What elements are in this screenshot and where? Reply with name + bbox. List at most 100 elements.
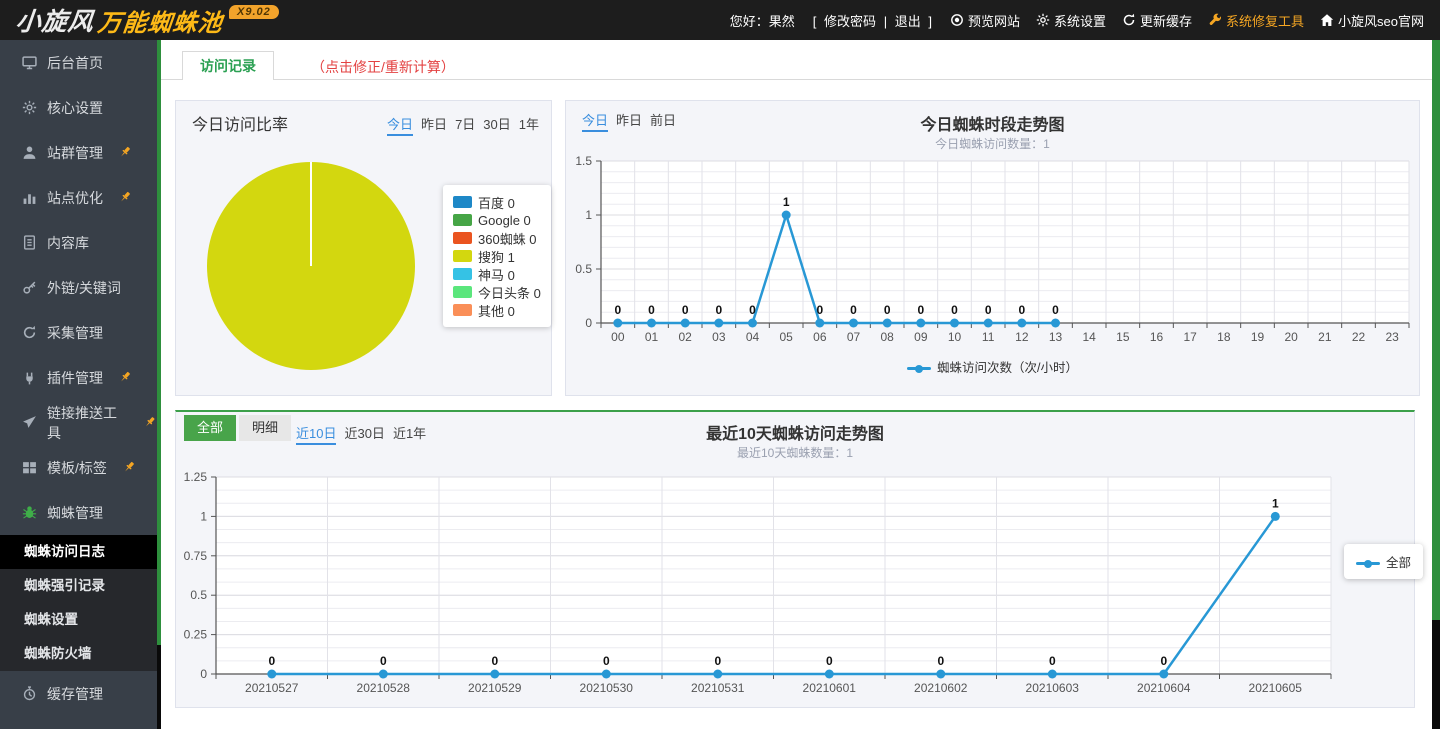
pie-legend-item[interactable]: 神马 0 (453, 265, 541, 283)
svg-text:20210530: 20210530 (580, 681, 634, 695)
svg-text:0.25: 0.25 (184, 628, 208, 642)
sidebar-item[interactable]: 核心设置 (0, 85, 157, 130)
svg-text:0: 0 (1052, 303, 1059, 317)
svg-text:03: 03 (712, 330, 726, 344)
svg-text:20210602: 20210602 (914, 681, 968, 695)
svg-text:20210605: 20210605 (1249, 681, 1303, 695)
svg-text:01: 01 (645, 330, 659, 344)
pie-legend: 百度 0Google 0360蜘蛛 0搜狗 1神马 0今日头条 0其他 0 (443, 185, 551, 327)
svg-text:0: 0 (1160, 654, 1167, 668)
tab-visit-records[interactable]: 访问记录 (182, 51, 274, 80)
svg-text:0: 0 (380, 654, 387, 668)
legend-line-marker (1356, 562, 1380, 565)
svg-text:10: 10 (948, 330, 962, 344)
svg-text:0.75: 0.75 (184, 549, 208, 563)
logo-part1: 小旋风 (14, 2, 96, 38)
sidebar-item-label: 站群管理 (47, 143, 103, 163)
legend-label: 神马 0 (478, 265, 515, 284)
left-green-strip (157, 40, 161, 645)
topbar-menu-label: 更新缓存 (1140, 11, 1192, 30)
refresh-icon (22, 325, 37, 340)
legend-swatch (453, 268, 472, 280)
svg-text:1.5: 1.5 (575, 154, 592, 168)
legend-label: 蜘蛛访问次数（次/小时） (937, 361, 1078, 375)
pie-legend-item[interactable]: 今日头条 0 (453, 283, 541, 301)
plug-icon (22, 370, 37, 385)
topbar-menu-gear[interactable]: 系统设置 (1036, 11, 1106, 30)
topbar-menu: 您好：果然 [ 修改密码 | 退出 ] 预览网站系统设置更新缓存系统修复工具小旋… (730, 11, 1424, 30)
account-links: [ 修改密码 | 退出 ] (811, 11, 934, 30)
svg-text:0: 0 (715, 303, 722, 317)
svg-text:13: 13 (1049, 330, 1063, 344)
gear-icon (22, 100, 37, 115)
sidebar-item-label: 采集管理 (47, 323, 103, 343)
sidebar-subitem[interactable]: 蜘蛛强引记录 (0, 569, 157, 603)
legend-label: 其他 0 (478, 301, 515, 320)
svg-text:0: 0 (268, 654, 275, 668)
topbar-menu-eye[interactable]: 预览网站 (950, 11, 1020, 30)
sidebar-item[interactable]: 模板/标签 (0, 445, 157, 490)
pie-legend-item[interactable]: 搜狗 1 (453, 247, 541, 265)
hour-chart-legend[interactable]: 蜘蛛访问次数（次/小时） (566, 357, 1419, 376)
sidebar-item[interactable]: 内容库 (0, 220, 157, 265)
svg-text:22: 22 (1352, 330, 1366, 344)
recalculate-note[interactable]: （点击修正/重新计算） (311, 57, 455, 77)
svg-text:11: 11 (982, 330, 995, 344)
svg-text:0.5: 0.5 (575, 262, 592, 276)
svg-text:0: 0 (491, 654, 498, 668)
legend-swatch (453, 196, 472, 208)
tabbar-divider (161, 79, 1432, 80)
legend-label: 搜狗 1 (478, 247, 515, 266)
sidebar-item-label: 链接推送工具 (47, 403, 128, 443)
topbar-menu-home[interactable]: 小旋风seo官网 (1320, 11, 1424, 30)
svg-text:20210601: 20210601 (803, 681, 857, 695)
sidebar-item-label: 站点优化 (47, 188, 103, 208)
sidebar-item[interactable]: 缓存管理 (0, 671, 157, 716)
sidebar-subitem[interactable]: 蜘蛛访问日志 (0, 535, 157, 569)
svg-text:06: 06 (813, 330, 827, 344)
legend-label: 百度 0 (478, 193, 515, 212)
sidebar-item-label: 插件管理 (47, 368, 103, 388)
sidebar-item[interactable]: 站点优化 (0, 175, 157, 220)
topbar-menu-label: 系统设置 (1054, 11, 1106, 30)
sidebar-item-label: 缓存管理 (47, 684, 103, 704)
pie-legend-item[interactable]: 百度 0 (453, 193, 541, 211)
day-chart-legend[interactable]: 全部 (1344, 544, 1423, 579)
sidebar-subitem[interactable]: 蜘蛛设置 (0, 603, 157, 637)
left-black-strip (157, 645, 161, 729)
svg-text:12: 12 (1015, 330, 1029, 344)
sidebar-item[interactable]: 站群管理 (0, 130, 157, 175)
svg-text:1: 1 (585, 208, 592, 222)
svg-text:20210529: 20210529 (468, 681, 522, 695)
topbar-menu-refresh[interactable]: 更新缓存 (1122, 11, 1192, 30)
pin-icon (144, 416, 157, 429)
svg-text:20210531: 20210531 (691, 681, 745, 695)
legend-swatch (453, 232, 472, 244)
ten-day-trend-panel: 全部明细 近10日近30日近1年 最近10天蜘蛛访问走势图 最近10天蜘蛛数量：… (175, 410, 1415, 708)
sidebar-subitem[interactable]: 蜘蛛防火墙 (0, 637, 157, 671)
pie-legend-item[interactable]: 其他 0 (453, 301, 541, 319)
sidebar-item[interactable]: 外链/关键词 (0, 265, 157, 310)
topbar-menu-wrench[interactable]: 系统修复工具 (1208, 11, 1304, 30)
pie-legend-item[interactable]: Google 0 (453, 211, 541, 229)
svg-text:04: 04 (746, 330, 760, 344)
svg-text:0: 0 (1018, 303, 1025, 317)
sidebar-item[interactable]: 链接推送工具 (0, 400, 157, 445)
bracket-close: ] (928, 14, 932, 29)
sidebar-item[interactable]: 采集管理 (0, 310, 157, 355)
change-password-link[interactable]: 修改密码 (824, 14, 876, 29)
right-green-strip (1432, 40, 1440, 620)
svg-text:20210604: 20210604 (1137, 681, 1191, 695)
timer-icon (22, 686, 37, 701)
sidebar-item-label: 内容库 (47, 233, 89, 253)
svg-text:00: 00 (611, 330, 625, 344)
sidebar-item[interactable]: 后台首页 (0, 40, 157, 85)
sidebar-item[interactable]: 插件管理 (0, 355, 157, 400)
gear-icon (1036, 13, 1050, 27)
svg-text:0: 0 (985, 303, 992, 317)
pie-legend-item[interactable]: 360蜘蛛 0 (453, 229, 541, 247)
sidebar-item[interactable]: 蜘蛛管理 (0, 490, 157, 535)
logout-link[interactable]: 退出 (895, 14, 921, 29)
pin-icon (119, 146, 132, 159)
send-icon (22, 415, 37, 430)
